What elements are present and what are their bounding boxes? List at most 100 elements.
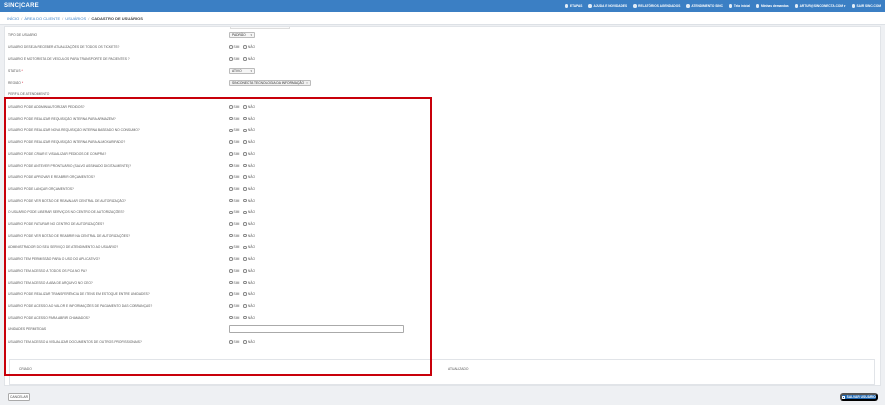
topnav-link[interactable]: ETAPAS: [564, 4, 582, 8]
radio-no[interactable]: NÃO: [243, 304, 255, 308]
radio-yes[interactable]: SIM: [229, 281, 239, 285]
radio-no-circle[interactable]: [243, 340, 247, 344]
radio-yes[interactable]: SIM: [229, 45, 239, 49]
topnav-link[interactable]: RELATÓRIOS AGENDADOS: [633, 4, 680, 8]
radio-no[interactable]: NÃO: [243, 234, 255, 238]
cancel-button[interactable]: CANCELAR: [8, 393, 30, 401]
radio-yes[interactable]: SIM: [229, 105, 239, 109]
select-field[interactable]: ATIVO ▾: [229, 68, 255, 74]
region-tag[interactable]: SINCONECTA TECNOLOGIA DA INFORMAÇÃO ×: [229, 80, 311, 86]
topnav-link[interactable]: AJUDA E NOVIDADES: [588, 4, 627, 8]
radio-no[interactable]: NÃO: [243, 175, 255, 179]
radio-no-circle[interactable]: [243, 152, 247, 156]
radio-yes-circle[interactable]: [229, 257, 233, 261]
radio-yes[interactable]: SIM: [229, 117, 239, 121]
breadcrumb-item[interactable]: INÍCIO: [7, 16, 19, 21]
radio-yes[interactable]: SIM: [229, 210, 239, 214]
radio-yes[interactable]: SIM: [229, 340, 239, 344]
radio-yes-circle[interactable]: [229, 292, 233, 296]
radio-yes[interactable]: SIM: [229, 140, 239, 144]
radio-no[interactable]: NÃO: [243, 187, 255, 191]
radio-yes-circle[interactable]: [229, 269, 233, 273]
radio-yes-circle[interactable]: [229, 198, 233, 203]
radio-no[interactable]: NÃO: [243, 316, 255, 320]
save-user-button[interactable]: SALVAR USUÁRIO: [840, 393, 878, 401]
radio-yes-circle[interactable]: [229, 233, 233, 238]
radio-yes[interactable]: SIM: [229, 128, 239, 132]
radio-yes-circle[interactable]: [229, 45, 233, 49]
radio-yes[interactable]: SIM: [229, 152, 239, 156]
radio-no[interactable]: NÃO: [243, 117, 255, 121]
radio-no-circle[interactable]: [243, 187, 247, 191]
radio-yes[interactable]: SIM: [229, 222, 239, 226]
radio-no[interactable]: NÃO: [243, 245, 255, 249]
radio-no-circle[interactable]: [243, 304, 247, 308]
radio-no-circle[interactable]: [243, 163, 247, 168]
radio-no[interactable]: NÃO: [243, 340, 255, 344]
radio-no-circle[interactable]: [243, 57, 247, 61]
radio-no-circle[interactable]: [243, 280, 247, 285]
radio-no-circle[interactable]: [243, 292, 247, 296]
radio-no[interactable]: NÃO: [243, 128, 255, 132]
radio-no[interactable]: NÃO: [243, 199, 255, 203]
radio-no[interactable]: NÃO: [243, 140, 255, 144]
radio-no[interactable]: NÃO: [243, 281, 255, 285]
radio-no-circle[interactable]: [243, 245, 247, 250]
radio-no-circle[interactable]: [243, 140, 247, 144]
radio-no-circle[interactable]: [243, 269, 247, 273]
topnav-link[interactable]: Minhas demandas: [755, 4, 789, 8]
radio-no-circle[interactable]: [243, 233, 247, 238]
radio-yes-circle[interactable]: [229, 128, 233, 133]
radio-yes-circle[interactable]: [229, 210, 233, 215]
radio-no-circle[interactable]: [243, 128, 247, 133]
radio-no-circle[interactable]: [243, 257, 247, 261]
radio-no-circle[interactable]: [243, 175, 247, 179]
allowed-units-input[interactable]: [229, 325, 404, 333]
breadcrumb-item[interactable]: ÁREA DO CLIENTE: [24, 16, 60, 21]
radio-yes-circle[interactable]: [229, 315, 233, 320]
topnav-link[interactable]: ATENDIMENTO SINC: [686, 4, 723, 8]
radio-yes-circle[interactable]: [229, 280, 233, 285]
topnav-link[interactable]: SAIR SINC.COM: [851, 4, 881, 8]
radio-yes[interactable]: SIM: [229, 245, 239, 249]
radio-no[interactable]: NÃO: [243, 292, 255, 296]
radio-no[interactable]: NÃO: [243, 152, 255, 156]
radio-yes[interactable]: SIM: [229, 57, 239, 61]
radio-yes-circle[interactable]: [229, 304, 233, 308]
radio-yes[interactable]: SIM: [229, 175, 239, 179]
radio-yes[interactable]: SIM: [229, 199, 239, 203]
select-field[interactable]: PADRÃO ▾: [229, 32, 255, 38]
radio-yes[interactable]: SIM: [229, 234, 239, 238]
radio-yes-circle[interactable]: [229, 340, 233, 344]
radio-no[interactable]: NÃO: [243, 45, 255, 49]
radio-no-circle[interactable]: [243, 315, 247, 320]
radio-no[interactable]: NÃO: [243, 222, 255, 226]
radio-yes-circle[interactable]: [229, 140, 233, 144]
breadcrumb-item[interactable]: USUÁRIOS: [65, 16, 86, 21]
app-logo[interactable]: SINC|CARE: [0, 3, 120, 9]
radio-yes[interactable]: SIM: [229, 187, 239, 191]
radio-no[interactable]: NÃO: [243, 105, 255, 109]
radio-yes-circle[interactable]: [229, 187, 233, 191]
radio-no-circle[interactable]: [243, 105, 247, 109]
radio-yes-circle[interactable]: [229, 57, 233, 61]
topnav-link[interactable]: ARTUR@SINCONECTA.COM ▾: [794, 4, 846, 8]
radio-yes-circle[interactable]: [229, 116, 233, 121]
radio-yes-circle[interactable]: [229, 163, 233, 168]
radio-yes-circle[interactable]: [229, 175, 233, 179]
radio-no-circle[interactable]: [243, 116, 247, 121]
radio-no[interactable]: NÃO: [243, 57, 255, 61]
radio-yes-circle[interactable]: [229, 222, 233, 226]
close-icon[interactable]: ×: [306, 81, 308, 85]
radio-yes[interactable]: SIM: [229, 292, 239, 296]
radio-yes[interactable]: SIM: [229, 164, 239, 168]
radio-no[interactable]: NÃO: [243, 257, 255, 261]
radio-no-circle[interactable]: [243, 222, 247, 226]
radio-yes[interactable]: SIM: [229, 316, 239, 320]
radio-yes-circle[interactable]: [229, 105, 233, 109]
radio-no[interactable]: NÃO: [243, 164, 255, 168]
radio-no[interactable]: NÃO: [243, 210, 255, 214]
topnav-link[interactable]: Tela inicial: [728, 4, 750, 8]
radio-yes-circle[interactable]: [229, 245, 233, 250]
radio-yes[interactable]: SIM: [229, 257, 239, 261]
